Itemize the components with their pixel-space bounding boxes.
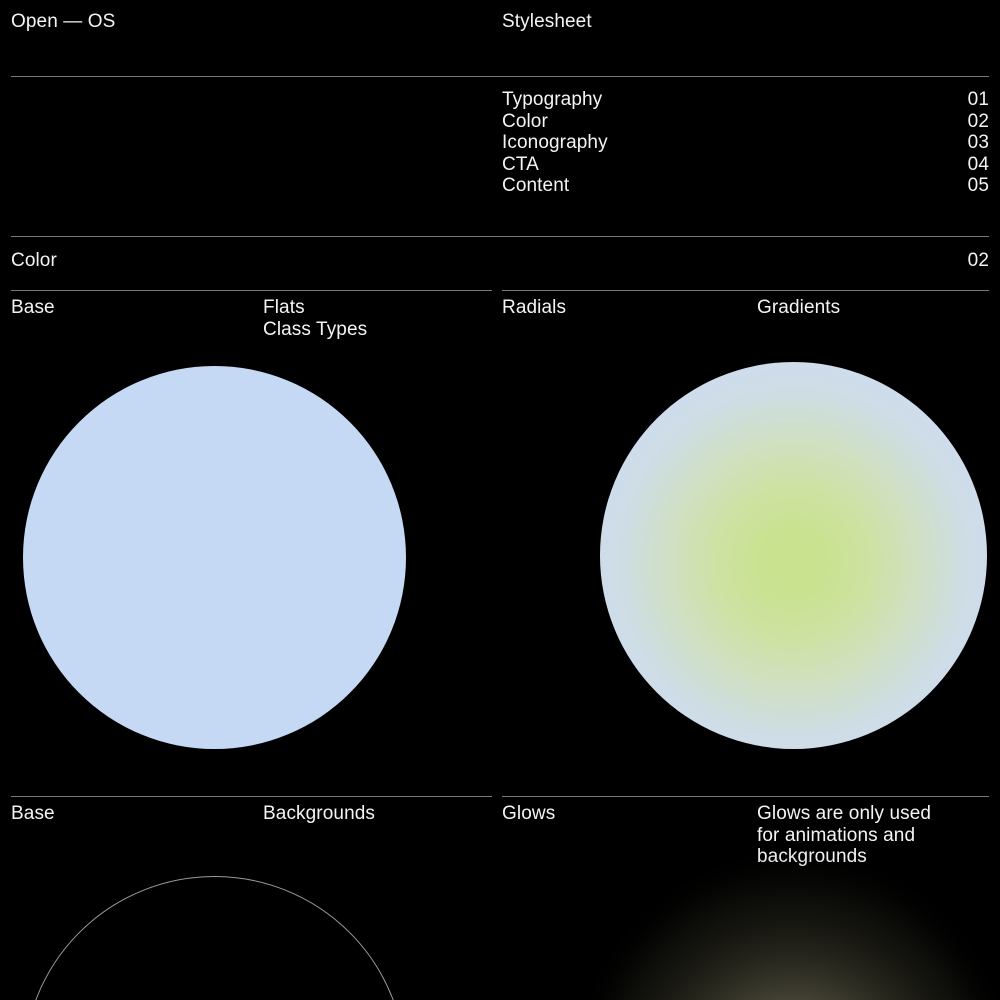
stylesheet-page: Open — OS Stylesheet Typography 01 Color… bbox=[0, 0, 1000, 1000]
glow-swatch bbox=[600, 872, 987, 1000]
outline-circle-swatch bbox=[23, 876, 406, 1000]
row2-swatch-clip bbox=[0, 0, 1000, 1000]
